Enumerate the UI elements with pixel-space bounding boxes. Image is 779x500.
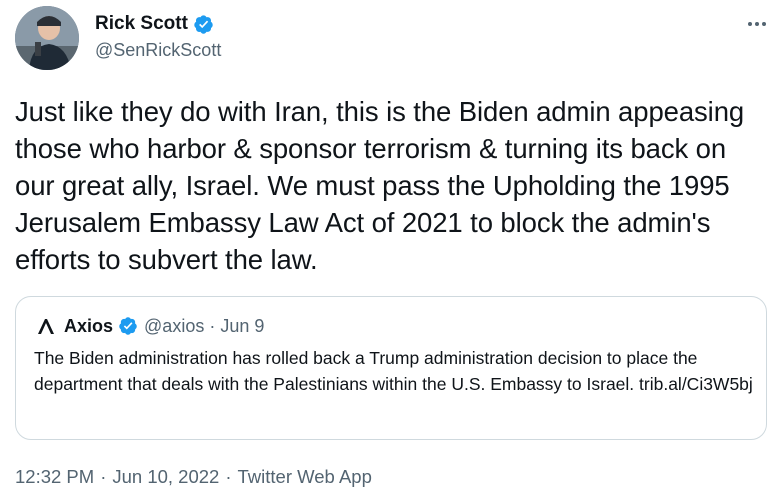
verified-badge-icon: [194, 14, 213, 34]
verified-badge-icon: [119, 317, 137, 335]
quoted-author-handle: @axios: [144, 315, 205, 336]
tweet-header: Rick Scott @SenRickScott: [15, 6, 770, 72]
tweet-date[interactable]: Jun 10, 2022: [112, 466, 219, 488]
avatar[interactable]: [15, 6, 79, 70]
meta-separator: ·: [100, 466, 107, 487]
quoted-tweet-header: Axios @axios · Jun 9: [36, 315, 264, 337]
author-handle[interactable]: @SenRickScott: [95, 38, 221, 62]
tweet-metadata: 12:32 PM · Jun 10, 2022 · Twitter Web Ap…: [15, 464, 372, 490]
tweet-text: Just like they do with Iran, this is the…: [15, 96, 745, 275]
tweet-source[interactable]: Twitter Web App: [238, 466, 372, 488]
quoted-tweet-text: The Biden administration has rolled back…: [34, 348, 753, 394]
quoted-author-name: Axios: [64, 315, 114, 336]
quoted-separator: ·: [209, 315, 216, 336]
more-options-button[interactable]: [744, 14, 770, 34]
meta-separator: ·: [225, 466, 232, 487]
quoted-date: Jun 9: [220, 315, 265, 336]
author-block: Rick Scott @SenRickScott: [95, 12, 221, 62]
author-name[interactable]: Rick Scott: [95, 12, 188, 36]
more-horizontal-icon: [748, 22, 766, 26]
axios-logo-icon: [38, 319, 54, 334]
quoted-tweet[interactable]: Axios @axios · Jun 9 The Biden administr…: [15, 296, 767, 440]
author-name-row: Rick Scott: [95, 12, 221, 36]
tweet: Rick Scott @SenRickScott Just like they …: [0, 0, 779, 500]
tweet-time[interactable]: 12:32 PM: [15, 466, 94, 488]
